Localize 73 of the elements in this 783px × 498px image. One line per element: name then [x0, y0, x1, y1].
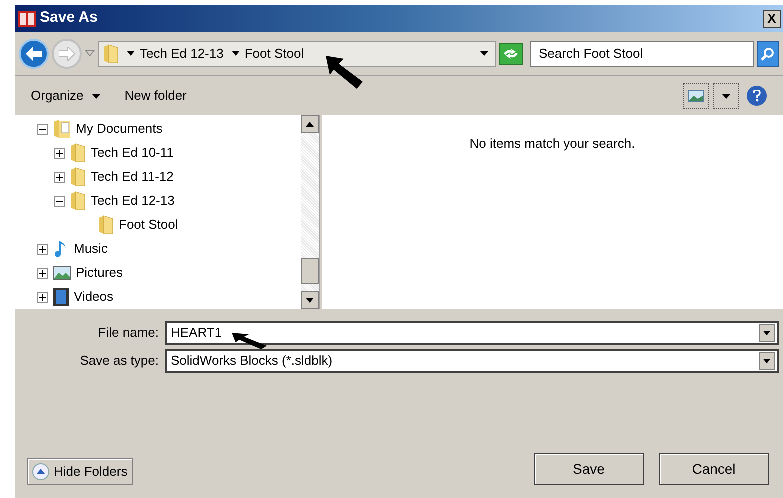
dropdown-caret-icon[interactable]: [759, 352, 775, 370]
help-button[interactable]: [747, 86, 767, 106]
breadcrumb-caret-icon[interactable]: [127, 51, 135, 56]
expander-toggle[interactable]: [37, 292, 48, 302]
tree-item[interactable]: Tech Ed 10-11: [91, 143, 174, 163]
plus-icon: [39, 294, 46, 300]
save-button[interactable]: Save: [534, 453, 644, 485]
scroll-down-button[interactable]: [301, 291, 319, 309]
up-arrow-icon: [306, 122, 314, 126]
folder-icon: [70, 143, 86, 163]
scroll-up-button[interactable]: [301, 115, 319, 133]
folder-icon: [70, 191, 86, 211]
view-dropdown-button[interactable]: [713, 83, 739, 109]
tree-item[interactable]: Music: [74, 239, 108, 259]
tree-item[interactable]: Foot Stool: [119, 215, 178, 235]
expander-toggle[interactable]: [54, 172, 65, 182]
cancel-button[interactable]: Cancel: [659, 453, 769, 485]
tree-item[interactable]: Tech Ed 12-13: [91, 191, 175, 211]
file-name-field[interactable]: HEART1: [165, 321, 779, 345]
folder-icon: [98, 215, 114, 235]
pointer-arrow: [326, 56, 364, 90]
close-button[interactable]: X: [763, 10, 781, 28]
dropdown-caret-icon: [92, 94, 101, 98]
field-label: File name:: [97, 324, 160, 342]
film-strip-icon: [53, 288, 69, 306]
down-arrow-icon: [306, 298, 314, 302]
right-arrow-icon: [59, 46, 75, 60]
folder-icon: [103, 44, 119, 64]
help-icon: [753, 90, 761, 102]
left-arrow-icon: [26, 46, 42, 60]
landscape-image-icon: [53, 265, 71, 281]
expander-toggle[interactable]: [37, 268, 48, 278]
hide-folders-button[interactable]: Hide Folders: [27, 458, 133, 485]
plus-icon: [56, 150, 63, 156]
empty-message: No items match your search.: [470, 135, 636, 150]
tree-item[interactable]: My Documents: [76, 119, 163, 139]
plus-icon: [39, 270, 46, 276]
folder-icon: [70, 167, 86, 187]
file-type-select[interactable]: SolidWorks Blocks (*.sldblk): [165, 349, 779, 373]
breadcrumb-item[interactable]: Tech Ed 12-13: [140, 44, 224, 64]
tree-item[interactable]: Tech Ed 11-12: [91, 167, 174, 187]
tree-item[interactable]: Pictures: [76, 263, 123, 283]
organize-menu[interactable]: Organize: [31, 86, 101, 106]
collapse-up-icon: [32, 462, 50, 480]
search-icon: [761, 46, 775, 60]
new-folder-button[interactable]: New folder: [124, 86, 187, 106]
view-button[interactable]: [683, 83, 709, 109]
plus-icon: [39, 246, 46, 252]
search-button[interactable]: [757, 40, 779, 66]
expander-toggle[interactable]: [37, 244, 48, 254]
expander-toggle[interactable]: [37, 124, 48, 134]
refresh-arrows-icon: [503, 48, 519, 60]
refresh-button[interactable]: [499, 42, 523, 64]
address-bar[interactable]: Tech Ed 12-13 Foot Stool: [98, 40, 496, 66]
address-dropdown-icon[interactable]: [480, 51, 489, 56]
expander-toggle[interactable]: [54, 196, 65, 206]
tree-item[interactable]: Videos: [74, 287, 114, 307]
back-button[interactable]: [19, 38, 49, 68]
search-field[interactable]: Search Foot Stool: [530, 40, 754, 66]
window-title: Save As: [40, 8, 98, 28]
breadcrumb-item[interactable]: Foot Stool: [244, 44, 304, 64]
pointer-arrow: [232, 333, 268, 350]
dropdown-caret-icon[interactable]: [759, 324, 775, 342]
expander-toggle[interactable]: [54, 148, 65, 158]
dropdown-caret-icon: [722, 94, 730, 98]
landscape-image-icon: [688, 90, 704, 102]
field-label: Save as type:: [79, 352, 160, 370]
plus-icon: [56, 174, 63, 180]
documents-folder-icon: [53, 119, 71, 139]
scroll-thumb[interactable]: [301, 258, 319, 284]
vertical-scrollbar[interactable]: [301, 115, 319, 309]
app-logo-icon: [17, 8, 37, 28]
breadcrumb-caret-icon[interactable]: [232, 51, 240, 56]
